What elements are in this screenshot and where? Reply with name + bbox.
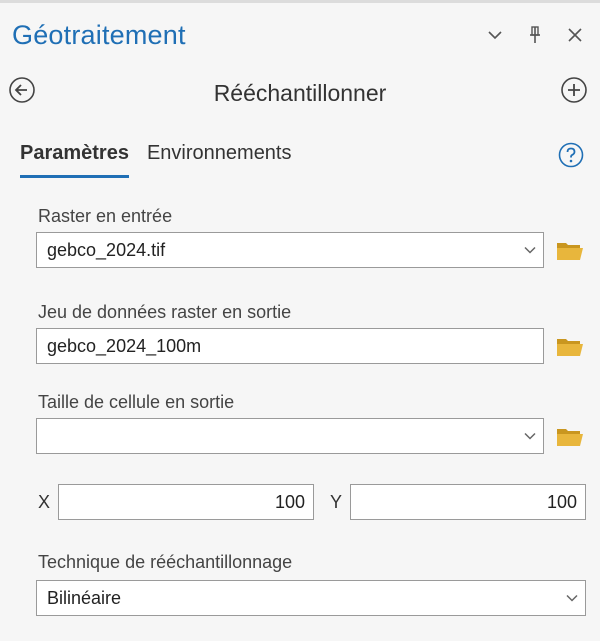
help-icon[interactable]	[558, 142, 584, 168]
window-controls	[484, 24, 586, 46]
input-raster-value: gebco_2024.tif	[47, 239, 166, 260]
technique-label: Technique de rééchantillonnage	[38, 552, 293, 572]
y-value: 100	[546, 491, 577, 512]
tab-environnements[interactable]: Environnements	[147, 142, 292, 178]
y-input[interactable]: 100	[350, 484, 586, 520]
technique-select[interactable]: Bilinéaire	[36, 580, 586, 616]
chevron-down-icon[interactable]	[517, 232, 543, 268]
cell-size-label: Taille de cellule en sortie	[38, 392, 235, 412]
x-label: X	[38, 492, 51, 512]
technique-value: Bilinéaire	[47, 587, 122, 608]
pane-titlebar: Géotraitement	[0, 8, 600, 68]
top-border	[0, 0, 600, 3]
folder-icon[interactable]	[556, 425, 584, 447]
tool-title: Rééchantillonner	[213, 80, 387, 106]
x-input[interactable]: 100	[58, 484, 314, 520]
folder-icon[interactable]	[556, 239, 584, 261]
chevron-down-icon[interactable]	[517, 418, 543, 454]
tab-parametres[interactable]: Paramètres	[20, 142, 129, 178]
output-raster-value: gebco_2024_100m	[47, 335, 202, 356]
close-icon[interactable]	[564, 24, 586, 46]
output-raster-label: Jeu de données raster en sortie	[38, 302, 292, 322]
output-raster-input[interactable]: gebco_2024_100m	[36, 328, 544, 364]
pane-title: Géotraitement	[12, 20, 186, 50]
tabs: Paramètres Environnements	[20, 142, 292, 178]
folder-icon[interactable]	[556, 335, 584, 357]
cell-size-select[interactable]	[36, 418, 544, 454]
chevron-down-icon[interactable]	[559, 580, 585, 616]
y-label: Y	[330, 492, 343, 512]
tool-header: Rééchantillonner	[0, 72, 600, 116]
x-value: 100	[274, 491, 305, 512]
input-raster-label: Raster en entrée	[38, 206, 173, 226]
input-raster-select[interactable]: gebco_2024.tif	[36, 232, 544, 268]
chevron-down-icon[interactable]	[484, 24, 506, 46]
add-icon[interactable]	[560, 76, 588, 104]
pin-icon[interactable]	[524, 24, 546, 46]
